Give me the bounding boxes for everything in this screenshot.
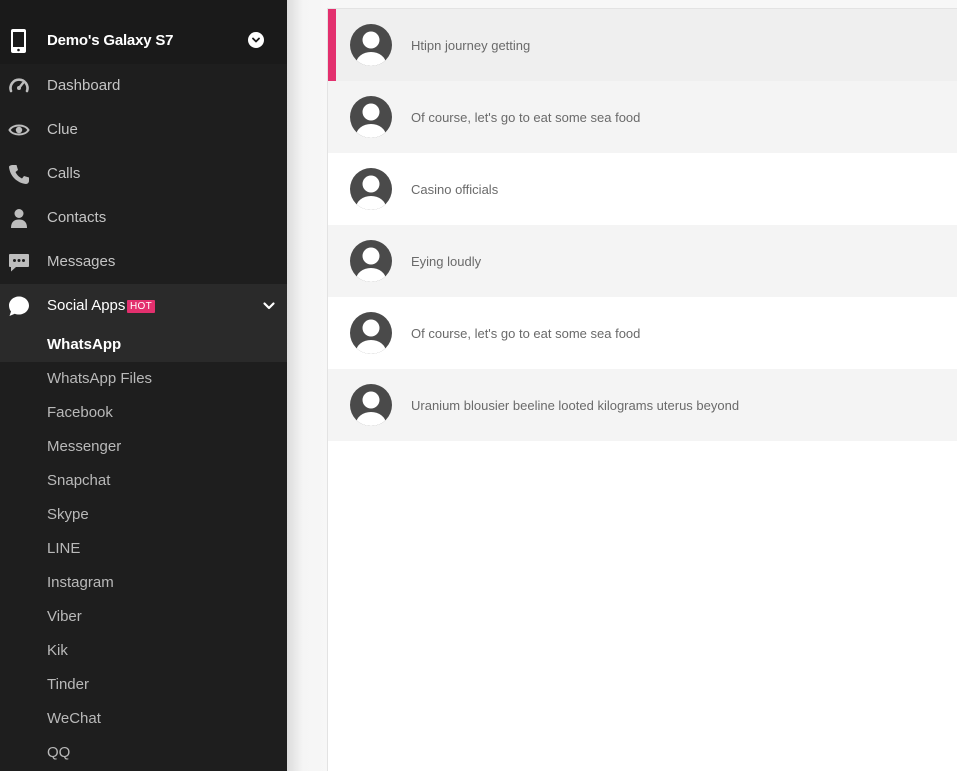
message-icon bbox=[8, 251, 30, 273]
device-selector[interactable]: Demo's Galaxy S7 bbox=[0, 0, 287, 64]
subnav-facebook[interactable]: Facebook bbox=[47, 404, 113, 421]
conversation-list: Htipn journey getting Of course, let's g… bbox=[327, 8, 957, 771]
nav-label: Dashboard bbox=[47, 77, 121, 94]
conversation-preview: Uranium blousier beeline looted kilogram… bbox=[411, 398, 740, 413]
subnav-whatsapp[interactable]: WhatsApp bbox=[47, 336, 121, 353]
conversation-item[interactable]: Htipn journey getting bbox=[328, 9, 957, 81]
nav-label: Contacts bbox=[47, 209, 107, 226]
device-name: Demo's Galaxy S7 bbox=[47, 32, 174, 49]
dashboard-icon bbox=[8, 75, 30, 97]
chevron-down-icon[interactable] bbox=[262, 299, 276, 313]
subnav-wechat[interactable]: WeChat bbox=[47, 710, 101, 727]
nav-messages[interactable]: Messages bbox=[0, 240, 287, 284]
phone-icon bbox=[8, 163, 30, 185]
sidebar: Demo's Galaxy S7 Dashboard Clue Calls Co… bbox=[0, 0, 287, 771]
subnav-qq[interactable]: QQ bbox=[47, 744, 70, 761]
nav-label: Calls bbox=[47, 165, 81, 182]
subnav-tinder[interactable]: Tinder bbox=[47, 676, 89, 693]
device-dropdown-icon[interactable] bbox=[248, 32, 264, 48]
active-subitem-highlight bbox=[0, 328, 287, 362]
nav-clue[interactable]: Clue bbox=[0, 108, 287, 152]
conversation-preview: Htipn journey getting bbox=[411, 38, 531, 53]
avatar-icon bbox=[350, 24, 392, 66]
avatar-icon bbox=[350, 168, 392, 210]
chat-bubble-icon bbox=[8, 295, 30, 317]
nav-dashboard[interactable]: Dashboard bbox=[0, 64, 287, 108]
avatar-icon bbox=[350, 96, 392, 138]
eye-icon bbox=[8, 119, 30, 141]
selected-indicator bbox=[328, 9, 336, 81]
avatar-icon bbox=[350, 384, 392, 426]
person-icon bbox=[8, 207, 30, 229]
subnav-messenger[interactable]: Messenger bbox=[47, 438, 121, 455]
conversation-preview: Of course, let's go to eat some sea food bbox=[411, 110, 641, 125]
avatar-icon bbox=[350, 312, 392, 354]
conversation-preview: Eying loudly bbox=[411, 254, 482, 269]
conversation-item[interactable]: Of course, let's go to eat some sea food bbox=[328, 297, 957, 369]
nav-label: Social Apps bbox=[47, 297, 126, 314]
subnav-snapchat[interactable]: Snapchat bbox=[47, 472, 110, 489]
conversation-item[interactable]: Eying loudly bbox=[328, 225, 957, 297]
subnav-line[interactable]: LINE bbox=[47, 540, 80, 557]
subnav-instagram[interactable]: Instagram bbox=[47, 574, 114, 591]
conversation-item[interactable]: Uranium blousier beeline looted kilogram… bbox=[328, 369, 957, 441]
conversation-preview: Of course, let's go to eat some sea food bbox=[411, 326, 641, 341]
conversation-item[interactable]: Of course, let's go to eat some sea food bbox=[328, 81, 957, 153]
subnav-kik[interactable]: Kik bbox=[47, 642, 68, 659]
subnav-whatsapp-files[interactable]: WhatsApp Files bbox=[47, 370, 152, 387]
nav-label: Clue bbox=[47, 121, 78, 138]
phone-device-icon bbox=[11, 29, 26, 53]
hot-badge: HOT bbox=[127, 300, 156, 313]
conversation-preview: Casino officials bbox=[411, 182, 499, 197]
nav-contacts[interactable]: Contacts bbox=[0, 196, 287, 240]
subnav-skype[interactable]: Skype bbox=[47, 506, 89, 523]
sidebar-shadow bbox=[287, 0, 327, 771]
conversation-item[interactable]: Casino officials bbox=[328, 153, 957, 225]
subnav-viber[interactable]: Viber bbox=[47, 608, 82, 625]
nav-calls[interactable]: Calls bbox=[0, 152, 287, 196]
nav-label: Messages bbox=[47, 253, 116, 270]
avatar-icon bbox=[350, 240, 392, 282]
